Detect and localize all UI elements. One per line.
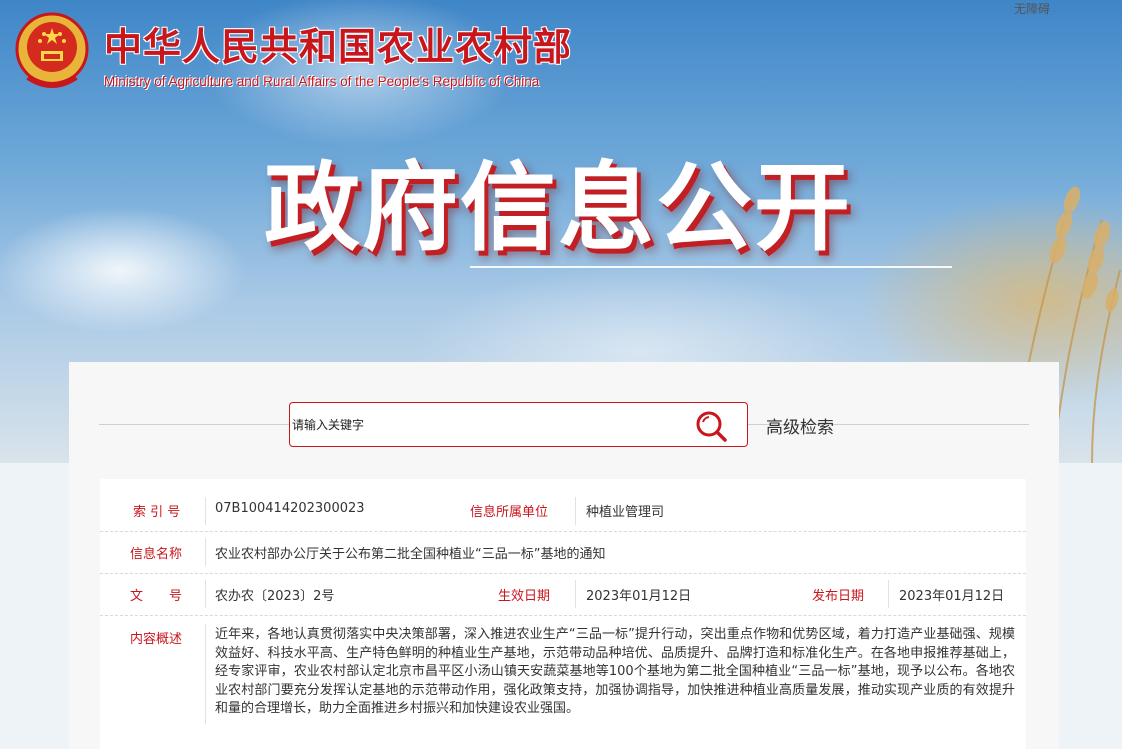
info-table: 索 引 号 07B100414202300023 信息所属单位 种植业管理司 信… [100,479,1026,749]
row-divider [575,580,576,608]
row-divider [575,497,576,525]
hero-title: 政府信息公开 [264,152,852,264]
row-divider [888,580,889,608]
info-row-name: 信息名称 农业农村部办公厅关于公布第二批全国种植业“三品一标”基地的通知 [100,531,1026,574]
unit-label: 信息所属单位 [470,505,549,520]
name-label: 信息名称 [130,547,183,562]
site-logo-title[interactable]: 中华人民共和国农业农村部 [104,16,572,71]
row-divider [205,538,206,566]
search-icon[interactable] [694,409,728,443]
search-box [289,402,748,447]
index-value: 07B100414202300023 [215,501,365,516]
name-value: 农业农村部办公厅关于公布第二批全国种植业“三品一标”基地的通知 [215,547,606,562]
row-divider [205,624,206,724]
search-input[interactable] [292,413,672,437]
summary-label: 内容概述 [130,632,183,647]
advanced-search-link[interactable]: 高级检索 [766,413,834,438]
doc-label: 文 号 [130,589,183,604]
unit-value: 种植业管理司 [586,505,665,520]
publish-date-value: 2023年01月12日 [899,589,1005,604]
national-emblem-icon [15,12,89,88]
summary-text: 近年来，各地认真贯彻落实中央决策部署，深入推进农业生产“三品一标”提升行动，突出… [215,627,1015,716]
effective-date-value: 2023年01月12日 [586,589,692,604]
row-divider [205,497,206,525]
info-row-index: 索 引 号 07B100414202300023 信息所属单位 种植业管理司 [100,491,1026,532]
publish-date-label: 发布日期 [812,589,865,604]
doc-value: 农办农〔2023〕2号 [215,589,335,604]
site-logo-subtitle[interactable]: Ministry of Agriculture and Rural Affair… [104,74,539,89]
effective-date-label: 生效日期 [498,589,551,604]
hero-divider [470,266,952,268]
info-row-doc: 文 号 农办农〔2023〕2号 生效日期 2023年01月12日 发布日期 20… [100,573,1026,616]
row-divider [205,580,206,608]
accessibility-link[interactable]: 无障碍 [1014,0,1050,17]
index-label: 索 引 号 [133,505,181,520]
